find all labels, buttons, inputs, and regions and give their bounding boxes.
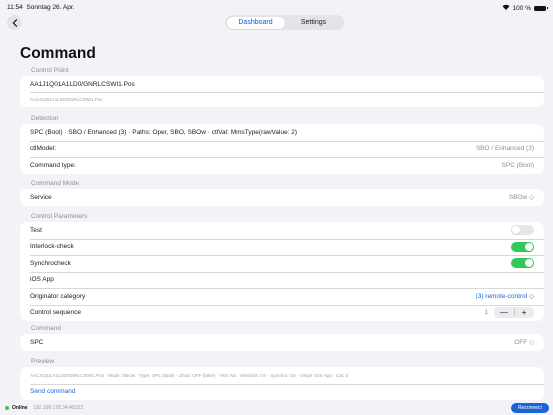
test-toggle[interactable]	[511, 225, 534, 236]
detection-card: SPC (Bool) · SBO / Enhanced (3) · Paths:…	[20, 124, 544, 174]
control-point-value: AA1J1Q01A1LD0/GNRLCSWI1.Pos	[30, 80, 135, 88]
control-point-card: AA1J1Q01A1LD0/GNRLCSWI1.Pos AA1J1Q01A1LD…	[20, 76, 544, 107]
section-header-command: Command	[31, 325, 61, 332]
tab-dashboard[interactable]: Dashboard	[226, 16, 285, 29]
online-indicator-icon	[5, 406, 9, 410]
test-row: Test	[20, 222, 544, 239]
detection-summary: SPC (Bool) · SBO / Enhanced (3) · Paths:…	[30, 128, 298, 136]
interlock-label: Interlock-check	[30, 243, 74, 251]
ctl-model-row: ctlModel: SBO / Enhanced (3)	[20, 140, 544, 158]
connection-footer: Online 192.168.178.34:49153 Reconnect	[0, 401, 553, 415]
preview-row: AA1J1Q01A1LD0/GNRLCSWI1.Pos · Mode: SBOw…	[20, 367, 544, 384]
control-point-row[interactable]: AA1J1Q01A1LD0/GNRLCSWI1.Pos	[20, 76, 544, 92]
synchrocheck-toggle[interactable]	[511, 258, 534, 269]
service-picker[interactable]: SBOw ◇	[509, 193, 534, 201]
battery-icon	[534, 5, 548, 11]
control-sequence-value: 1	[484, 309, 488, 317]
ios-app-row[interactable]: iOS App	[20, 271, 544, 289]
control-sequence-label: Control sequence	[30, 309, 81, 317]
send-command-row[interactable]: Send command	[20, 383, 544, 401]
segmented-control: Dashboard Settings	[225, 15, 344, 30]
battery-percent: 100 %	[512, 4, 531, 12]
page-title: Command	[20, 45, 96, 62]
section-header-control-parameters: Control Parameters	[31, 213, 88, 220]
service-label: Service	[30, 193, 52, 201]
command-mode-card: Service SBOw ◇	[20, 189, 544, 206]
chevron-left-icon	[12, 18, 17, 27]
connection-status: Online	[12, 404, 28, 411]
interlock-toggle[interactable]	[511, 241, 534, 252]
ios-app-label: iOS App	[30, 276, 54, 284]
clock-date: Sonntag 26. Apr.	[26, 4, 75, 11]
clock-time: 11:54	[7, 4, 23, 11]
status-indicators: 100 %	[502, 4, 548, 12]
back-button[interactable]	[7, 15, 22, 30]
synchrocheck-row: Synchrocheck	[20, 255, 544, 272]
section-header-control-point: Control Point	[31, 67, 69, 74]
wifi-icon	[502, 4, 510, 12]
interlock-row: Interlock-check	[20, 238, 544, 256]
control-point-subtitle-row: AA1J1Q01A1LD0/GNRLCSWI1.Pos	[20, 92, 544, 107]
spc-label: SPC	[30, 338, 44, 346]
ctl-model-label: ctlModel:	[30, 145, 57, 153]
test-label: Test	[30, 226, 42, 234]
preview-text: AA1J1Q01A1LD0/GNRLCSWI1.Pos · Mode: SBOw…	[30, 372, 349, 378]
status-bar: 11:54 Sonntag 26. Apr. 100 %	[0, 0, 553, 13]
control-sequence-stepper: — +	[494, 307, 534, 319]
send-command-button[interactable]: Send command	[30, 388, 534, 395]
nav-bar: Dashboard Settings	[0, 13, 553, 31]
section-header-detection: Detection	[31, 115, 59, 122]
spc-picker[interactable]: OFF ◇	[514, 338, 534, 346]
originator-picker[interactable]: (3) remote-control ◇	[476, 292, 534, 300]
synchrocheck-label: Synchrocheck	[30, 259, 71, 267]
originator-label: Originator category	[30, 292, 86, 300]
stepper-plus-button[interactable]: +	[514, 307, 534, 318]
service-row[interactable]: Service SBOw ◇	[20, 189, 544, 206]
section-header-command-mode: Command Mode	[31, 180, 80, 187]
preview-card: AA1J1Q01A1LD0/GNRLCSWI1.Pos · Mode: SBOw…	[20, 367, 544, 400]
tab-settings[interactable]: Settings	[285, 17, 343, 29]
reconnect-button[interactable]: Reconnect	[511, 403, 549, 413]
command-type-label: Command type:	[30, 161, 76, 169]
control-sequence-row: Control sequence 1 — +	[20, 304, 544, 322]
connection-address: 192.168.178.34:49153	[33, 404, 84, 411]
status-time: 11:54 Sonntag 26. Apr.	[7, 4, 75, 11]
command-card: SPC OFF ◇	[20, 334, 544, 351]
section-header-preview: Preview	[31, 358, 55, 365]
originator-row[interactable]: Originator category (3) remote-control ◇	[20, 288, 544, 305]
command-type-row: Command type: SPC (Bool)	[20, 157, 544, 174]
spc-row[interactable]: SPC OFF ◇	[20, 334, 544, 351]
ctl-model-value: SBO / Enhanced (3)	[475, 145, 534, 153]
stepper-minus-button[interactable]: —	[494, 307, 514, 318]
control-point-subtitle: AA1J1Q01A1LD0/GNRLCSWI1.Pos	[30, 97, 103, 102]
control-parameters-card: Test Interlock-check Synchrocheck iOS Ap…	[20, 222, 544, 321]
command-type-value: SPC (Bool)	[501, 161, 534, 169]
detection-summary-row: SPC (Bool) · SBO / Enhanced (3) · Paths:…	[20, 124, 544, 141]
control-sequence-stepper-wrap: 1 — +	[484, 307, 534, 319]
